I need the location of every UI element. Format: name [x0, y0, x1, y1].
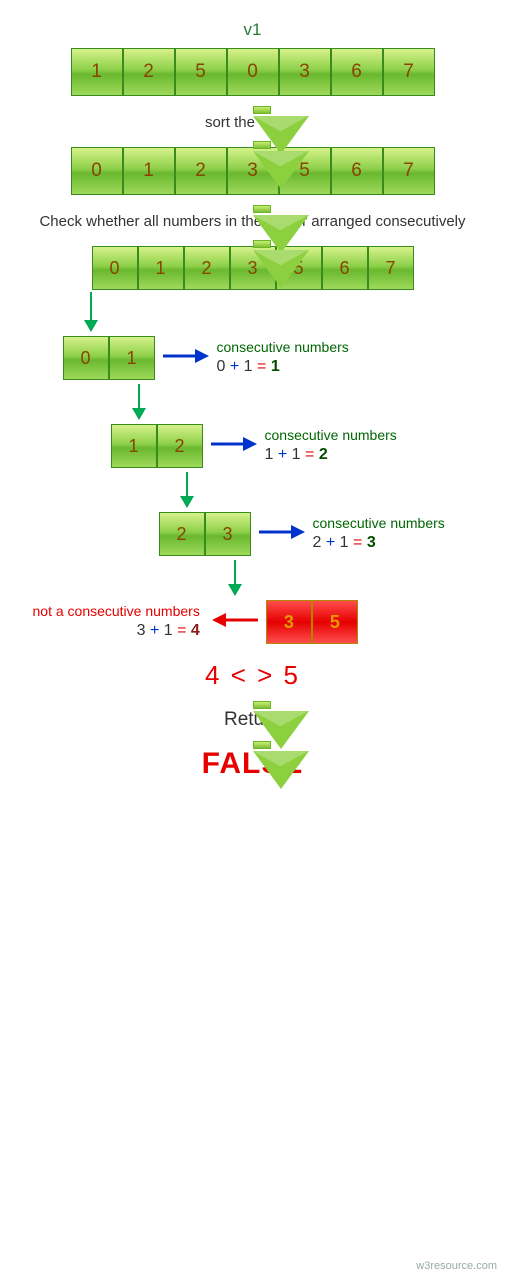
eq-op: +: [278, 446, 287, 463]
cell: 1: [109, 336, 155, 380]
cell: 2: [175, 147, 227, 195]
step-label: consecutive numbers: [313, 515, 445, 533]
eq-r: 1: [271, 358, 280, 375]
arrow-down-thin-icon: [81, 292, 473, 332]
step-label: consecutive numbers: [265, 427, 397, 445]
cell: 3: [205, 512, 251, 556]
neq-sym: < >: [231, 660, 275, 690]
cell: 7: [383, 147, 435, 195]
cell: 1: [123, 147, 175, 195]
step-row: 0 1 consecutive numbers 0 + 1 = 1: [63, 336, 473, 380]
arrow-down-thin-icon: [177, 472, 473, 508]
eq-a: 3: [137, 622, 146, 639]
cell: 6: [322, 246, 368, 290]
eq-a: 0: [217, 358, 226, 375]
cell: 1: [111, 424, 157, 468]
cell: 1: [71, 48, 123, 96]
cell-fail: 5: [312, 600, 358, 644]
cell: 0: [63, 336, 109, 380]
eq-b: 1: [292, 446, 301, 463]
eq-r: 4: [191, 622, 200, 639]
cell-fail: 3: [266, 600, 312, 644]
cell: 0: [227, 48, 279, 96]
eq-a: 2: [313, 534, 322, 551]
cell: 7: [368, 246, 414, 290]
cell: 3: [279, 48, 331, 96]
cell: 7: [383, 48, 435, 96]
arrow-left-icon: [212, 610, 258, 635]
eq-eq: =: [353, 534, 362, 551]
inequality: 4 < > 5: [0, 660, 505, 691]
watermark: w3resource.com: [416, 1260, 497, 1272]
arrow-right-icon: [259, 522, 305, 547]
eq-r: 2: [319, 446, 328, 463]
step-label: not a consecutive numbers: [33, 603, 200, 621]
cell: 2: [184, 246, 230, 290]
eq-eq: =: [305, 446, 314, 463]
eq-a: 1: [265, 446, 274, 463]
eq-op: +: [230, 358, 239, 375]
step-row: 1 2 consecutive numbers 1 + 1 = 2: [111, 424, 473, 468]
cell: 2: [157, 424, 203, 468]
step-row: 2 3 consecutive numbers 2 + 1 = 3: [159, 512, 473, 556]
step-explanation: consecutive numbers 0 + 1 = 1: [217, 339, 349, 377]
eq-b: 1: [244, 358, 253, 375]
step-explanation-fail: not a consecutive numbers 3 + 1 = 4: [33, 603, 200, 641]
arrow-right-icon: [211, 434, 257, 459]
cell: 0: [92, 246, 138, 290]
eq-op: +: [326, 534, 335, 551]
eq-b: 1: [164, 622, 173, 639]
cell: 2: [123, 48, 175, 96]
arrow-right-icon: [163, 346, 209, 371]
neq-right: 5: [284, 660, 300, 690]
vector-original: 1 2 5 0 3 6 7: [0, 48, 505, 96]
eq-eq: =: [177, 622, 186, 639]
vector-title: v1: [0, 20, 505, 40]
step-explanation: consecutive numbers 1 + 1 = 2: [265, 427, 397, 465]
cell: 0: [71, 147, 123, 195]
cell: 5: [175, 48, 227, 96]
step-explanation: consecutive numbers 2 + 1 = 3: [313, 515, 445, 553]
eq-op: +: [150, 622, 159, 639]
arrow-down-thin-icon: [129, 384, 473, 420]
cell: 6: [331, 48, 383, 96]
step-row-fail: not a consecutive numbers 3 + 1 = 4 3 5: [33, 600, 473, 644]
eq-eq: =: [257, 358, 266, 375]
eq-b: 1: [340, 534, 349, 551]
cell: 2: [159, 512, 205, 556]
cell: 6: [331, 147, 383, 195]
arrow-down-thin-icon: [225, 560, 473, 596]
cell: 1: [138, 246, 184, 290]
step-label: consecutive numbers: [217, 339, 349, 357]
eq-r: 3: [367, 534, 376, 551]
neq-left: 4: [205, 660, 221, 690]
